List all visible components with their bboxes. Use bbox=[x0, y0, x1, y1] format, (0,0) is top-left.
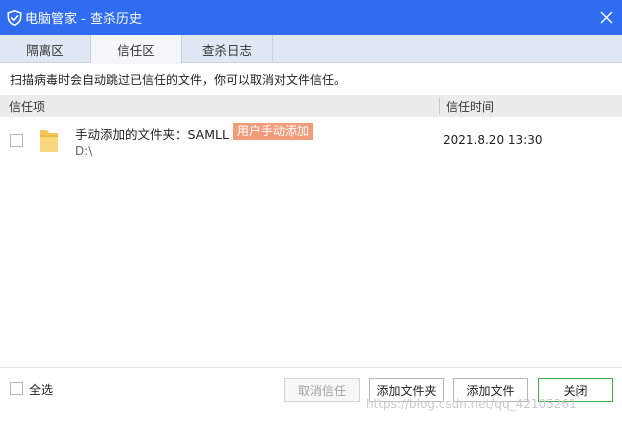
footer-divider bbox=[0, 367, 622, 368]
row-checkbox[interactable] bbox=[10, 134, 23, 147]
hint-text: 扫描病毒时会自动跳过已信任的文件，你可以取消对文件信任。 bbox=[10, 73, 347, 87]
column-divider[interactable] bbox=[439, 98, 440, 114]
table-row[interactable]: 手动添加的文件夹：SAMLL 用户手动添加 D:\ 2021.8.20 13:3… bbox=[0, 117, 622, 165]
select-all-label[interactable]: 全选 bbox=[29, 381, 53, 398]
tab-bar: 隔离区 信任区 查杀日志 bbox=[0, 35, 622, 64]
trusted-item-time: 2021.8.20 13:30 bbox=[443, 133, 543, 147]
select-all-checkbox[interactable] bbox=[10, 382, 23, 395]
shield-icon bbox=[6, 9, 22, 26]
cancel-trust-button[interactable]: 取消信任 bbox=[284, 378, 360, 402]
window-title: 电脑管家 - 查杀历史 bbox=[25, 12, 142, 27]
tab-trust-zone[interactable]: 信任区 bbox=[91, 35, 182, 64]
folder-icon bbox=[38, 126, 60, 157]
title-bar: 电脑管家 - 查杀历史 bbox=[0, 0, 622, 35]
watermark: https://blog.csdn.net/qq_42105261 bbox=[366, 397, 577, 411]
trusted-item-path: D:\ bbox=[75, 144, 93, 158]
column-header-time[interactable]: 信任时间 bbox=[446, 98, 494, 115]
column-header-item[interactable]: 信任项 bbox=[9, 98, 45, 115]
tab-scan-log[interactable]: 查杀日志 bbox=[182, 35, 273, 63]
table-header: 信任项 信任时间 bbox=[0, 95, 622, 117]
tab-quarantine[interactable]: 隔离区 bbox=[0, 35, 91, 63]
trusted-item-name: 手动添加的文件夹：SAMLL bbox=[75, 127, 229, 142]
close-icon[interactable] bbox=[598, 9, 614, 25]
status-badge: 用户手动添加 bbox=[233, 123, 314, 140]
